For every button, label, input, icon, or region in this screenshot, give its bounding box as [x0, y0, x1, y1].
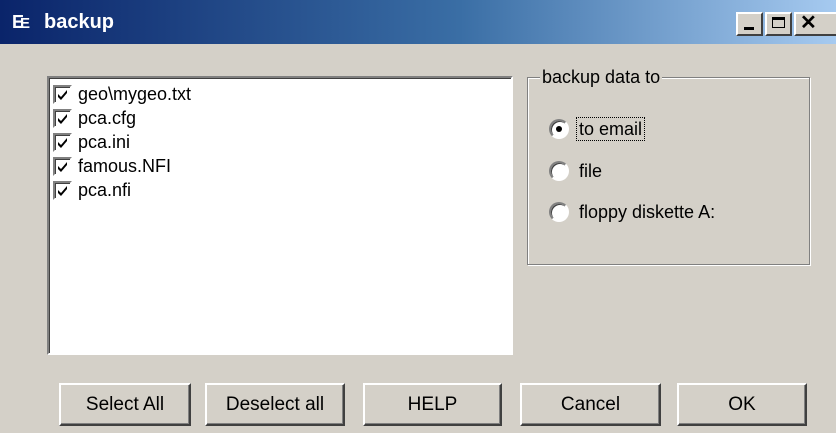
file-label: pca.ini — [78, 132, 131, 152]
group-legend: backup data to — [540, 66, 663, 88]
radio-button[interactable] — [549, 202, 569, 222]
file-checklist[interactable]: geo\mygeo.txt pca.cfg pca.ini famous.NFI… — [47, 76, 513, 355]
radio-floppy[interactable]: floppy diskette A: — [549, 201, 717, 223]
file-label: pca.cfg — [78, 108, 137, 128]
close-icon: ✕ — [800, 12, 817, 34]
checkmark-icon — [58, 89, 67, 100]
file-label: geo\mygeo.txt — [78, 84, 192, 104]
file-checkbox[interactable] — [53, 132, 72, 152]
list-item[interactable]: pca.ini — [53, 130, 130, 154]
radio-label: to email — [575, 117, 646, 141]
file-checkbox[interactable] — [53, 108, 72, 128]
close-button[interactable]: ✕ — [794, 12, 836, 36]
title-bar[interactable]: EE backup ✕ — [0, 0, 836, 44]
ok-button[interactable]: OK — [677, 383, 807, 426]
deselect-all-button[interactable]: Deselect all — [205, 383, 345, 426]
maximize-icon — [772, 17, 785, 28]
file-label: famous.NFI — [78, 156, 172, 176]
file-label: pca.nfi — [78, 180, 132, 200]
checkmark-icon — [58, 113, 67, 124]
radio-label: file — [579, 161, 603, 181]
checkmark-icon — [58, 185, 67, 196]
radio-to-email[interactable]: to email — [549, 117, 646, 141]
help-button[interactable]: HELP — [363, 383, 502, 426]
list-item[interactable]: pca.cfg — [53, 106, 136, 130]
radio-button[interactable] — [549, 119, 569, 139]
file-checkbox[interactable] — [53, 156, 72, 176]
file-checkbox[interactable] — [53, 180, 72, 200]
maximize-button[interactable] — [765, 12, 792, 36]
window-title: backup — [44, 11, 115, 33]
checkmark-icon — [58, 161, 67, 172]
list-item[interactable]: geo\mygeo.txt — [53, 82, 191, 106]
app-ee-icon: EE — [12, 12, 31, 32]
select-all-button[interactable]: Select All — [59, 383, 191, 426]
radio-button[interactable] — [549, 161, 569, 181]
minimize-icon — [744, 27, 754, 30]
checkmark-icon — [58, 137, 67, 148]
list-item[interactable]: famous.NFI — [53, 154, 171, 178]
file-checkbox[interactable] — [53, 84, 72, 104]
radio-file[interactable]: file — [549, 160, 604, 182]
list-item[interactable]: pca.nfi — [53, 178, 131, 202]
minimize-button[interactable] — [736, 12, 763, 36]
cancel-button[interactable]: Cancel — [520, 383, 661, 426]
radio-selected-dot — [556, 126, 562, 132]
radio-label: floppy diskette A: — [579, 202, 716, 222]
